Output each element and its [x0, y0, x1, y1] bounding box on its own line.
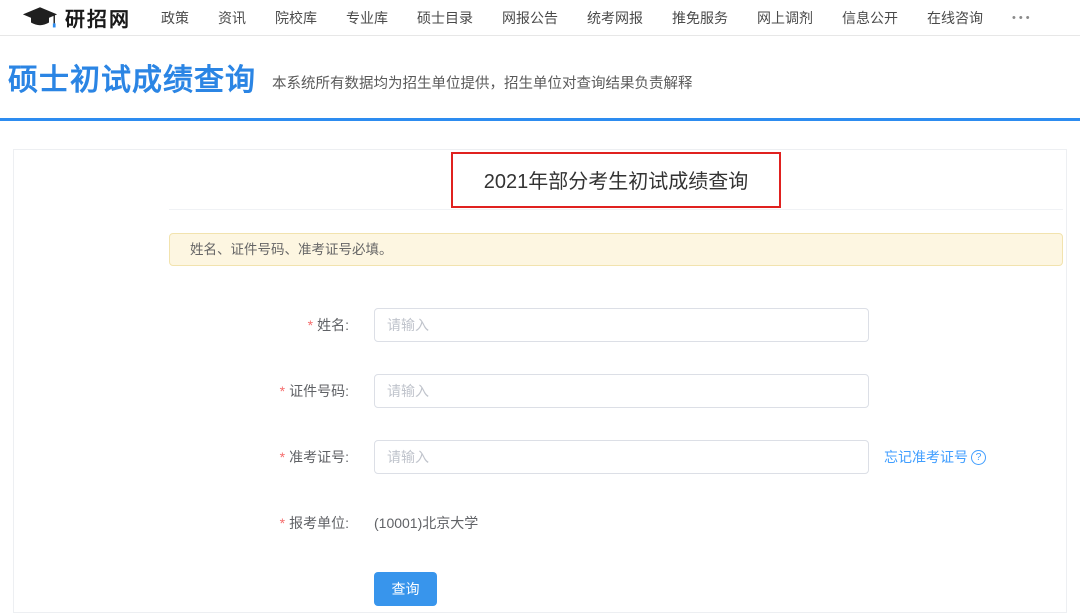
panel-title: 2021年部分考生初试成绩查询	[484, 165, 749, 194]
id-number-input[interactable]	[374, 374, 869, 408]
form-row-target-university: *报考单位: (10001)北京大学	[169, 506, 1066, 540]
top-nav: 研招网 政策 资讯 院校库 专业库 硕士目录 网报公告 统考网报 推免服务 网上…	[0, 0, 1080, 36]
nav-item-wangbaogonggao[interactable]: 网报公告	[502, 8, 558, 28]
site-logo[interactable]: 研招网	[22, 3, 131, 32]
form-row-name: *姓名:	[169, 308, 1066, 342]
admission-ticket-label: *准考证号:	[169, 447, 374, 467]
nav-item-tuimianfuwu[interactable]: 推免服务	[672, 8, 728, 28]
target-university-label: *报考单位:	[169, 513, 374, 533]
name-input[interactable]	[374, 308, 869, 342]
required-mark: *	[280, 449, 285, 465]
page-header: 硕士初试成绩查询 本系统所有数据均为招生单位提供，招生单位对查询结果负责解释	[0, 36, 1080, 121]
nav-item-zaixianzixun[interactable]: 在线咨询	[927, 8, 983, 28]
admission-ticket-input[interactable]	[374, 440, 869, 474]
page-subtitle: 本系统所有数据均为招生单位提供，招生单位对查询结果负责解释	[272, 62, 693, 93]
nav-item-wangshangtiaoji[interactable]: 网上调剂	[757, 8, 813, 28]
form-row-submit: 查询	[169, 572, 1066, 606]
graduation-cap-icon	[22, 6, 58, 30]
notice-banner: 姓名、证件号码、准考证号必填。	[169, 233, 1063, 266]
nav-item-zhuanyeku[interactable]: 专业库	[346, 8, 388, 28]
annotation-red-box: 2021年部分考生初试成绩查询	[451, 152, 782, 208]
nav-menu: 政策 资讯 院校库 专业库 硕士目录 网报公告 统考网报 推免服务 网上调剂 信…	[161, 8, 1033, 28]
query-form: *姓名: *证件号码: *准考证号: 忘记准考证号? *报考单位: (10001…	[169, 308, 1066, 606]
id-number-label: *证件号码:	[169, 381, 374, 401]
form-row-admission-ticket: *准考证号: 忘记准考证号?	[169, 440, 1066, 474]
target-university-value: (10001)北京大学	[374, 513, 478, 533]
required-mark: *	[280, 515, 285, 531]
required-mark: *	[308, 317, 313, 333]
panel-header: 2021年部分考生初试成绩查询	[169, 150, 1063, 210]
page-title: 硕士初试成绩查询	[8, 55, 256, 99]
nav-item-zixun[interactable]: 资讯	[218, 8, 246, 28]
nav-item-xinxigongkai[interactable]: 信息公开	[842, 8, 898, 28]
form-row-id-number: *证件号码:	[169, 374, 1066, 408]
query-submit-button[interactable]: 查询	[374, 572, 437, 606]
nav-item-zhengce[interactable]: 政策	[161, 8, 189, 28]
help-question-icon[interactable]: ?	[971, 450, 986, 465]
nav-item-shuoshimulu[interactable]: 硕士目录	[417, 8, 473, 28]
forgot-ticket-link[interactable]: 忘记准考证号?	[884, 447, 986, 467]
name-label: *姓名:	[169, 315, 374, 335]
query-panel: 2021年部分考生初试成绩查询 姓名、证件号码、准考证号必填。 *姓名: *证件…	[13, 149, 1067, 613]
required-mark: *	[280, 383, 285, 399]
nav-item-yuanxiaoku[interactable]: 院校库	[275, 8, 317, 28]
more-menu-icon[interactable]: •••	[1012, 12, 1033, 24]
logo-text: 研招网	[65, 3, 131, 32]
nav-item-tongkaowangbao[interactable]: 统考网报	[587, 8, 643, 28]
